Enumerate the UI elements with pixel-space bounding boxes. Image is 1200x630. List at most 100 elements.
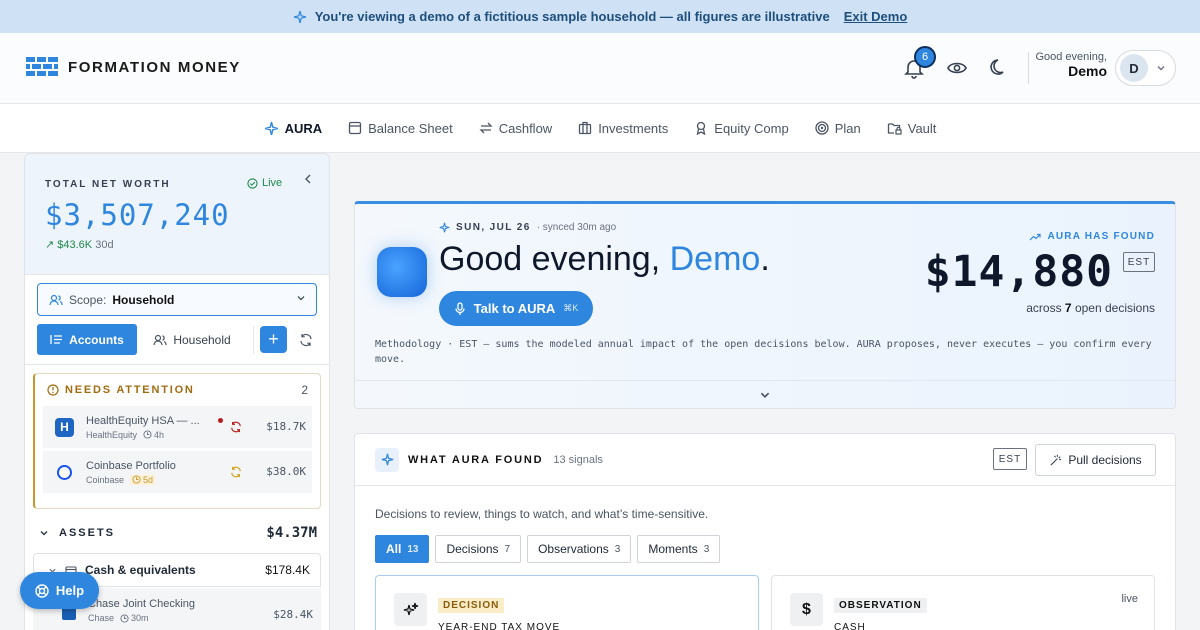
nav-plan[interactable]: Plan bbox=[815, 121, 861, 136]
hero-greeting: Good evening, Demo. bbox=[439, 240, 770, 279]
panel-header: WHAT AURA FOUND 13 signals EST Pull deci… bbox=[355, 434, 1175, 486]
nav-label: Plan bbox=[834, 120, 861, 136]
list-item[interactable]: Coinbase Portfolio Coinbase 5d $38.0K bbox=[43, 451, 312, 493]
filter-observations[interactable]: Observations 3 bbox=[527, 535, 632, 563]
scope-label: Scope: bbox=[69, 292, 107, 307]
add-account-button[interactable]: + bbox=[260, 326, 287, 353]
est-badge: EST bbox=[1123, 252, 1155, 272]
award-icon bbox=[696, 121, 706, 135]
check-circle-icon bbox=[247, 177, 258, 189]
needs-attention-title: NEEDS ATTENTION bbox=[65, 384, 195, 396]
assets-title: ASSETS bbox=[59, 527, 116, 539]
filter-label: Observations bbox=[538, 542, 609, 556]
microphone-icon bbox=[455, 301, 465, 315]
tab-divider bbox=[253, 325, 254, 354]
list-item[interactable]: H HealthEquity HSA — ... HealthEquity 4h… bbox=[43, 406, 312, 448]
filter-label: All bbox=[386, 542, 402, 556]
institution: Chase bbox=[88, 613, 115, 623]
greeting: Good evening, Demo bbox=[1033, 51, 1107, 79]
sparkle-icon bbox=[293, 10, 306, 23]
across-post: open decisions bbox=[1074, 301, 1155, 315]
filter-all[interactable]: All 13 bbox=[375, 535, 430, 563]
net-worth-value: $3,507,240 bbox=[45, 198, 230, 232]
chevron-left-icon bbox=[305, 174, 311, 184]
users-icon bbox=[153, 334, 167, 345]
expand-hero-button[interactable] bbox=[355, 380, 1175, 409]
arrows-icon bbox=[479, 122, 493, 134]
shortcut-hint: ⌘K bbox=[563, 303, 579, 313]
card-tag: OBSERVATION bbox=[834, 598, 927, 613]
users-icon bbox=[49, 294, 63, 305]
assets-header[interactable]: ASSETS $4.37M bbox=[39, 525, 317, 541]
nav-label: Balance Sheet bbox=[368, 120, 453, 136]
filter-moments[interactable]: Moments 3 bbox=[637, 535, 721, 563]
header-divider bbox=[1028, 52, 1029, 84]
delta-period: 30d bbox=[95, 239, 114, 251]
needs-attention-card: NEEDS ATTENTION 2 H HealthEquity HSA — .… bbox=[33, 373, 321, 509]
tab-household[interactable]: Household bbox=[137, 324, 247, 355]
refresh-icon[interactable] bbox=[299, 333, 313, 347]
live-label: live bbox=[1121, 593, 1138, 605]
scope-select[interactable]: Scope: Household bbox=[37, 283, 317, 316]
dollar-icon: $ bbox=[790, 593, 823, 626]
lifebuoy-icon bbox=[35, 583, 49, 598]
talk-label: Talk to AURA bbox=[473, 301, 556, 316]
hello-name: Demo bbox=[669, 240, 761, 278]
filter-count: 7 bbox=[504, 543, 511, 555]
tab-accounts[interactable]: Accounts bbox=[37, 324, 137, 355]
exit-demo-link[interactable]: Exit Demo bbox=[844, 9, 908, 24]
sync-error-icon[interactable] bbox=[230, 421, 242, 433]
nav-cashflow[interactable]: Cashflow bbox=[479, 121, 552, 136]
sidebar-tabs: Accounts Household + bbox=[37, 324, 313, 355]
account-name: HealthEquity HSA — ... bbox=[86, 414, 200, 427]
nav-label: Equity Comp bbox=[714, 120, 789, 136]
collapse-sidebar-button[interactable] bbox=[303, 172, 313, 188]
nav-investments[interactable]: Investments bbox=[578, 121, 668, 136]
sync-warning-icon[interactable] bbox=[230, 466, 242, 478]
clock-icon bbox=[120, 613, 129, 623]
found-label-text: AURA HAS FOUND bbox=[1047, 231, 1155, 242]
user-name: Demo bbox=[1068, 63, 1107, 79]
live-label: Live bbox=[262, 177, 283, 189]
ledger-icon bbox=[348, 121, 362, 135]
eye-icon[interactable] bbox=[947, 58, 967, 78]
clock-icon bbox=[143, 430, 152, 439]
sparkle-icon bbox=[439, 222, 450, 233]
nav-label: AURA bbox=[284, 120, 323, 136]
open-decisions-count: 7 bbox=[1064, 301, 1072, 315]
sync-age: 30m bbox=[131, 613, 149, 623]
sidebar: TOTAL NET WORTH Live $3,507,240 ↗ $43.6K… bbox=[24, 153, 330, 630]
cash-label: Cash & equivalents bbox=[85, 563, 196, 577]
top-bar: FORMATION MONEY bbox=[0, 33, 1200, 104]
brand-logo[interactable]: FORMATION MONEY bbox=[26, 57, 241, 77]
greeting-text: Good evening, bbox=[1035, 51, 1107, 63]
net-worth-card: TOTAL NET WORTH Live $3,507,240 ↗ $43.6K… bbox=[25, 154, 329, 275]
nav-balance-sheet[interactable]: Balance Sheet bbox=[348, 121, 453, 136]
pull-decisions-button[interactable]: Pull decisions bbox=[1035, 444, 1156, 476]
magic-icon bbox=[1050, 454, 1062, 466]
nav-label: Investments bbox=[598, 120, 669, 136]
filter-count: 3 bbox=[614, 543, 621, 555]
alert-circle-icon bbox=[47, 384, 59, 396]
user-menu-button[interactable]: D bbox=[1115, 50, 1176, 86]
nav-vault[interactable]: Vault bbox=[887, 120, 937, 136]
nav-label: Vault bbox=[907, 120, 937, 136]
nav-aura[interactable]: AURA bbox=[264, 120, 323, 136]
observation-card[interactable]: $ OBSERVATION CASH live bbox=[771, 575, 1155, 630]
nav-equity-comp[interactable]: Equity Comp bbox=[694, 120, 789, 136]
est-badge: EST bbox=[993, 448, 1027, 470]
tab-label: Accounts bbox=[69, 332, 124, 347]
main-nav: AURA Balance Sheet Cashflow Investments … bbox=[0, 104, 1200, 153]
chevron-down-icon bbox=[40, 530, 48, 536]
help-label: Help bbox=[55, 583, 85, 598]
healthequity-logo: H bbox=[55, 417, 74, 437]
filter-decisions[interactable]: Decisions 7 bbox=[435, 535, 522, 563]
talk-to-aura-button[interactable]: Talk to AURA ⌘K bbox=[439, 291, 593, 326]
panel-title: WHAT AURA FOUND bbox=[408, 453, 544, 466]
account-value: $18.7K bbox=[266, 420, 306, 433]
account-value: $38.0K bbox=[266, 465, 306, 478]
assets-total: $4.37M bbox=[266, 525, 317, 541]
decision-card[interactable]: DECISION YEAR-END TAX MOVE bbox=[375, 575, 759, 630]
help-button[interactable]: Help bbox=[20, 572, 99, 609]
moon-icon[interactable] bbox=[989, 58, 1009, 78]
